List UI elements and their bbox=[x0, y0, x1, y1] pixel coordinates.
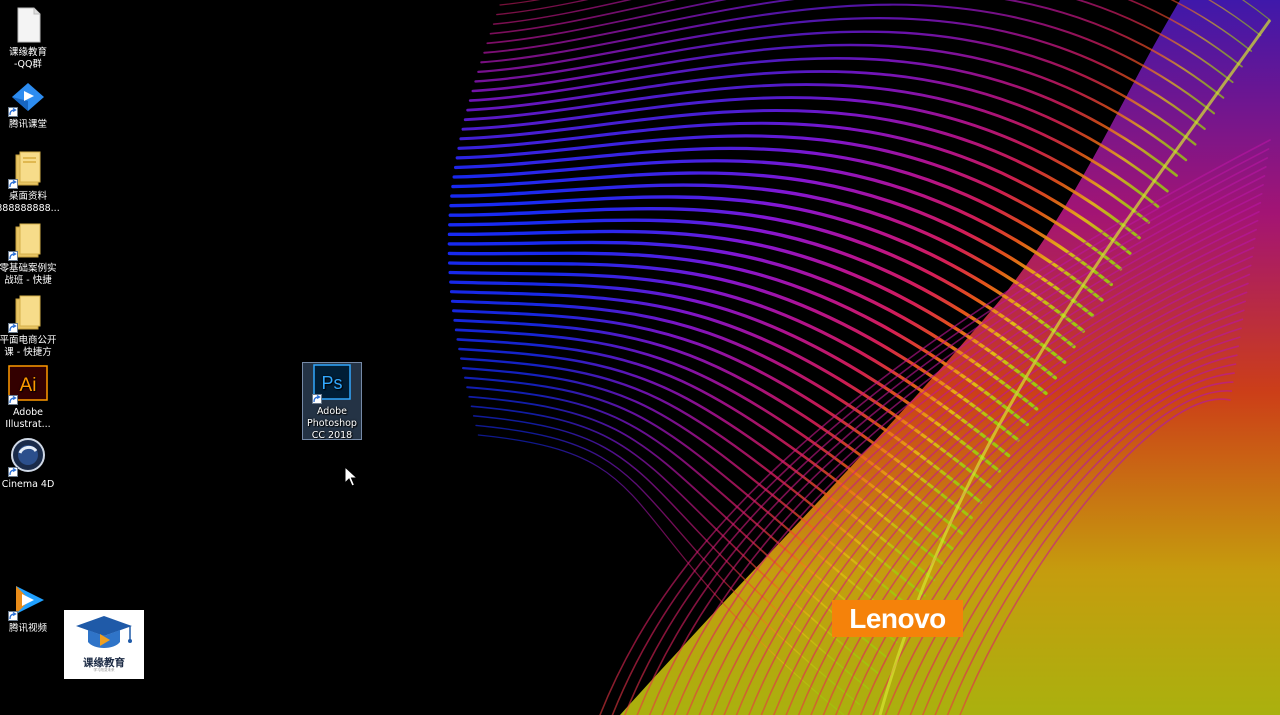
desktop-icon-desktop-files-folder[interactable]: 桌面资料 888888888... bbox=[0, 149, 65, 215]
mouse-cursor-icon bbox=[344, 466, 358, 487]
adobe-illustrator-icon: Ai bbox=[8, 365, 48, 405]
lenovo-logo: Lenovo bbox=[832, 600, 963, 637]
desktop-icon-tencent-video[interactable]: 腾讯视频 bbox=[0, 581, 65, 635]
shortcut-arrow-icon bbox=[8, 395, 18, 405]
desktop-icon-label: 课缘教育 -QQ群 bbox=[8, 47, 47, 70]
desktop-icon-qq-group-file[interactable]: 课缘教育 -QQ群 bbox=[0, 5, 65, 71]
desktop-icon-label: Cinema 4D bbox=[1, 479, 55, 490]
desktop-icon-tencent-classroom[interactable]: 腾讯课堂 bbox=[0, 77, 65, 131]
ps-glyph-text: Ps bbox=[321, 373, 342, 393]
desktop-wallpaper bbox=[447, 0, 1280, 715]
folder-icon bbox=[8, 149, 48, 189]
desktop-icon-adobe-illustrator[interactable]: Ai Adobe Illustrat... bbox=[0, 365, 65, 431]
org-logo-subtext: 学习改变未来 bbox=[93, 668, 115, 672]
desktop-icon-label: 腾讯课堂 bbox=[8, 119, 47, 130]
desktop-icon-ecommerce-course-folder[interactable]: 平面电商公开 课 - 快捷方 bbox=[0, 293, 65, 359]
shortcut-arrow-icon bbox=[8, 611, 18, 621]
desktop-icon-label: 腾讯视频 bbox=[8, 623, 47, 634]
desktop-icon-label: 平面电商公开 课 - 快捷方 bbox=[0, 335, 57, 358]
feather-barb bbox=[489, 0, 1243, 68]
desktop-icon-label: Adobe Photoshop CC 2018 bbox=[307, 406, 357, 441]
graduation-cap-icon bbox=[76, 616, 132, 648]
folder-icon bbox=[8, 221, 48, 261]
feather-barb bbox=[471, 43, 1188, 162]
tencent-video-icon bbox=[8, 581, 48, 621]
org-watermark-logo: 课缘教育 学习改变未来 bbox=[64, 610, 144, 679]
desktop-icon-label: 零基础案例实 战班 - 快捷 bbox=[0, 263, 57, 286]
desktop-icon-label: 桌面资料 888888888... bbox=[0, 191, 60, 214]
desktop-icon-cinema4d[interactable]: Cinema 4D bbox=[0, 437, 65, 491]
ai-glyph-text: Ai bbox=[20, 375, 37, 396]
desktop-icon-basics-course-folder[interactable]: 零基础案例实 战班 - 快捷 bbox=[0, 221, 65, 287]
shortcut-arrow-icon bbox=[8, 251, 18, 261]
folder-icon bbox=[8, 293, 48, 333]
feather-barb bbox=[463, 83, 1160, 209]
feather-barb bbox=[483, 0, 1225, 99]
feather-barb bbox=[486, 0, 1234, 84]
tencent-classroom-icon bbox=[8, 77, 48, 117]
shortcut-arrow-icon bbox=[8, 179, 18, 189]
shortcut-arrow-icon bbox=[312, 394, 322, 404]
cinema4d-icon bbox=[8, 437, 48, 477]
desktop-icon-adobe-photoshop[interactable]: Ps Adobe Photoshop CC 2018 bbox=[302, 362, 362, 441]
shortcut-arrow-icon bbox=[8, 323, 18, 333]
adobe-photoshop-icon: Ps bbox=[312, 364, 352, 404]
desktop-icon-label: Adobe Illustrat... bbox=[5, 407, 51, 430]
feather-barb bbox=[459, 108, 1141, 240]
shortcut-arrow-icon bbox=[8, 467, 18, 477]
document-file-icon bbox=[8, 5, 48, 45]
shortcut-arrow-icon bbox=[8, 107, 18, 117]
